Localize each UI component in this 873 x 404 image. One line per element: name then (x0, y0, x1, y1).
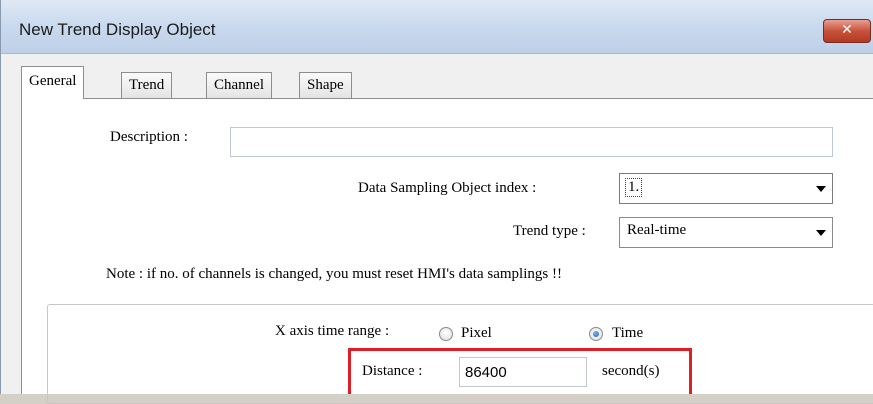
description-input[interactable] (230, 127, 833, 157)
radio-time[interactable] (589, 327, 603, 341)
tab-strip: General Trend Channel Shape (21, 66, 873, 99)
title-bar[interactable]: New Trend Display Object ✕ (1, 0, 873, 54)
x-axis-range-label: X axis time range : (275, 323, 390, 339)
close-button[interactable]: ✕ (823, 19, 871, 43)
radio-pixel-label[interactable]: Pixel (461, 325, 492, 342)
tab-trend[interactable]: Trend (121, 72, 173, 98)
chevron-down-icon (816, 186, 826, 192)
sampling-index-label: Data Sampling Object index : (358, 180, 537, 196)
chevron-down-icon (816, 230, 826, 236)
dialog-window: New Trend Display Object ✕ General Trend… (0, 0, 873, 404)
trend-type-select[interactable]: Real-time (619, 217, 833, 248)
trend-type-value: Real-time (627, 222, 687, 238)
tab-general[interactable]: General (21, 66, 85, 99)
dialog-title: New Trend Display Object (19, 20, 216, 39)
radio-pixel[interactable] (439, 327, 453, 341)
sampling-index-select[interactable]: 1. (619, 173, 833, 204)
note-text: Note : if no. of channels is changed, yo… (106, 266, 562, 282)
description-label: Description : (110, 129, 188, 145)
close-icon: ✕ (841, 22, 853, 38)
sampling-index-value: 1. (625, 178, 643, 197)
tab-channel[interactable]: Channel (206, 72, 272, 98)
highlight-box (348, 348, 692, 394)
radio-time-label[interactable]: Time (612, 325, 643, 342)
tab-shape[interactable]: Shape (299, 72, 352, 98)
trend-type-label: Trend type : (513, 223, 586, 239)
